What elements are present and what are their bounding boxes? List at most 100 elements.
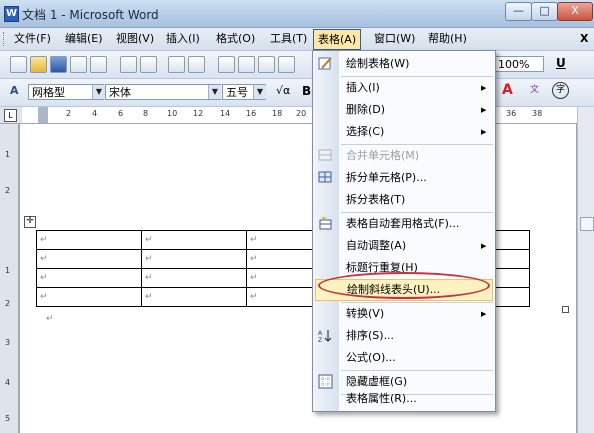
paste-icon[interactable] bbox=[258, 56, 275, 73]
indent-marker[interactable] bbox=[38, 107, 48, 123]
ruler-number: 4 bbox=[92, 109, 98, 118]
tab-selector[interactable]: L bbox=[0, 107, 22, 124]
phonetic-guide-icon[interactable]: √α bbox=[276, 84, 290, 97]
menu-item-merge-cells[interactable]: 合并单元格(M) bbox=[313, 145, 495, 167]
ruler-number: 2 bbox=[5, 299, 11, 308]
table-cell[interactable]: ↵ bbox=[246, 268, 314, 288]
menu-view[interactable]: 视图(V) bbox=[114, 31, 156, 47]
menu-item-label: 选择(C) bbox=[346, 125, 385, 138]
menu-item-label: 拆分单元格(P)... bbox=[346, 171, 427, 184]
menu-item-insert[interactable]: 插入(I) ▶ bbox=[313, 77, 495, 99]
enclosed-char-icon[interactable]: 字 bbox=[552, 82, 569, 99]
table-resize-handle[interactable] bbox=[562, 306, 569, 313]
zoom-value: 100% bbox=[498, 58, 530, 71]
menu-item-autoformat[interactable]: 表格自动套用格式(F)... bbox=[313, 213, 495, 235]
ruler-number: 18 bbox=[272, 109, 283, 118]
menu-item-autofit[interactable]: 自动调整(A) ▶ bbox=[313, 235, 495, 257]
new-document-icon[interactable] bbox=[10, 56, 27, 73]
menu-item-table-properties[interactable]: 表格属性(R)... bbox=[313, 388, 495, 410]
menu-item-label: 合并单元格(M) bbox=[346, 149, 420, 162]
menu-format[interactable]: 格式(O) bbox=[214, 31, 257, 47]
font-dropdown-icon[interactable]: ▼ bbox=[208, 85, 221, 99]
save-icon[interactable] bbox=[50, 56, 67, 73]
table-cell[interactable]: ↵ bbox=[141, 287, 247, 307]
table-cell[interactable]: ↵ bbox=[36, 268, 142, 288]
table-cell[interactable]: ↵ bbox=[36, 249, 142, 269]
font-color-icon[interactable]: A bbox=[502, 82, 513, 98]
copy-icon[interactable] bbox=[238, 56, 255, 73]
menu-help[interactable]: 帮助(H) bbox=[426, 31, 469, 47]
close-button[interactable]: X bbox=[557, 2, 593, 21]
word-app-icon[interactable]: W bbox=[4, 6, 19, 22]
table-cell[interactable]: ↵ bbox=[36, 287, 142, 307]
table-cell[interactable]: ↵ bbox=[141, 268, 247, 288]
underline-button[interactable]: U bbox=[556, 56, 566, 70]
vertical-scrollbar[interactable] bbox=[577, 107, 594, 433]
close-document-button[interactable]: X bbox=[578, 31, 590, 47]
menu-item-label: 自动调整(A) bbox=[346, 239, 407, 252]
scroll-thumb[interactable] bbox=[580, 217, 594, 231]
menu-item-draw-table[interactable]: 绘制表格(W) bbox=[313, 53, 495, 75]
format-painter-icon[interactable] bbox=[278, 56, 295, 73]
menu-item-label: 拆分表格(T) bbox=[346, 193, 406, 206]
submenu-arrow-icon: ▶ bbox=[481, 106, 487, 114]
table-cell[interactable]: ↵ bbox=[141, 249, 247, 269]
submenu-arrow-icon: ▶ bbox=[481, 242, 487, 250]
menu-bar: 文件(F) 编辑(E) 视图(V) 插入(I) 格式(O) 工具(T) 表格(A… bbox=[0, 28, 594, 51]
maximize-button[interactable]: □ bbox=[531, 2, 558, 21]
chinese-layout-icon[interactable]: 文 bbox=[530, 82, 539, 95]
table-cell[interactable]: ↵ bbox=[36, 230, 142, 250]
ruler-number: 1 bbox=[5, 266, 11, 275]
open-folder-icon[interactable] bbox=[30, 56, 47, 73]
minimize-button[interactable]: — bbox=[505, 2, 532, 21]
table-cell[interactable]: ↵ bbox=[246, 287, 314, 307]
spelling-icon[interactable] bbox=[168, 56, 185, 73]
menu-item-split-cells[interactable]: 拆分单元格(P)... bbox=[313, 167, 495, 189]
print-icon[interactable] bbox=[120, 56, 137, 73]
menu-item-split-table[interactable]: 拆分表格(T) bbox=[313, 189, 495, 211]
email-icon[interactable] bbox=[90, 56, 107, 73]
font-combo[interactable]: 宋体 bbox=[105, 84, 221, 100]
style-dropdown-icon[interactable]: ▼ bbox=[92, 85, 105, 99]
submenu-arrow-icon: ▶ bbox=[481, 310, 487, 318]
research-icon[interactable] bbox=[188, 56, 205, 73]
standard-toolbar: 100% U bbox=[0, 51, 594, 79]
ruler-number: 38 bbox=[532, 109, 543, 118]
menu-file[interactable]: 文件(F) bbox=[12, 31, 53, 47]
font-size-dropdown-icon[interactable]: ▼ bbox=[253, 85, 266, 99]
zoom-combo[interactable]: 100% bbox=[494, 56, 544, 72]
styles-pane-icon[interactable]: A bbox=[10, 84, 19, 97]
vertical-ruler[interactable]: 1 2 1 2 3 4 5 bbox=[0, 124, 19, 433]
menubar-grip[interactable] bbox=[3, 32, 6, 46]
menu-item-formula[interactable]: 公式(O)... bbox=[313, 347, 495, 369]
table-cell[interactable]: ↵ bbox=[246, 230, 314, 250]
horizontal-ruler[interactable]: 2 4 6 8 10 12 14 16 18 20 36 38 bbox=[22, 107, 594, 124]
svg-text:A: A bbox=[318, 330, 323, 337]
permission-icon[interactable] bbox=[70, 56, 87, 73]
cut-icon[interactable] bbox=[218, 56, 235, 73]
print-preview-icon[interactable] bbox=[140, 56, 157, 73]
menu-table[interactable]: 表格(A) bbox=[313, 29, 362, 50]
ruler-number: 14 bbox=[220, 109, 231, 118]
table-cell[interactable]: ↵ bbox=[246, 249, 314, 269]
menu-item-convert[interactable]: 转换(V) ▶ bbox=[313, 303, 495, 325]
ruler-number: 3 bbox=[5, 338, 11, 347]
table-cell[interactable]: ↵ bbox=[141, 230, 247, 250]
formatting-toolbar: A 网格型 ▼ 宋体 ▼ 五号 ▼ √α B A 文 字 bbox=[0, 79, 594, 107]
table-move-handle-icon[interactable]: ✛ bbox=[24, 216, 36, 228]
menu-window[interactable]: 窗口(W) bbox=[372, 31, 417, 47]
bold-button[interactable]: B bbox=[302, 84, 311, 98]
tab-stop-type-icon[interactable]: L bbox=[4, 109, 17, 122]
menu-edit[interactable]: 编辑(E) bbox=[63, 31, 105, 47]
submenu-arrow-icon: ▶ bbox=[481, 128, 487, 136]
window-title: 文档 1 - Microsoft Word bbox=[22, 8, 159, 22]
table-menu-dropdown: 绘制表格(W) 插入(I) ▶ 删除(D) ▶ 选择(C) ▶ 合并单元格(M)… bbox=[312, 50, 496, 412]
menu-item-label: 插入(I) bbox=[346, 81, 380, 94]
menu-item-label: 删除(D) bbox=[346, 103, 386, 116]
menu-item-select[interactable]: 选择(C) ▶ bbox=[313, 121, 495, 143]
font-value: 宋体 bbox=[109, 86, 131, 99]
menu-tools[interactable]: 工具(T) bbox=[268, 31, 309, 47]
menu-item-sort[interactable]: AZ 排序(S)... bbox=[313, 325, 495, 347]
menu-item-delete[interactable]: 删除(D) ▶ bbox=[313, 99, 495, 121]
menu-insert[interactable]: 插入(I) bbox=[164, 31, 202, 47]
